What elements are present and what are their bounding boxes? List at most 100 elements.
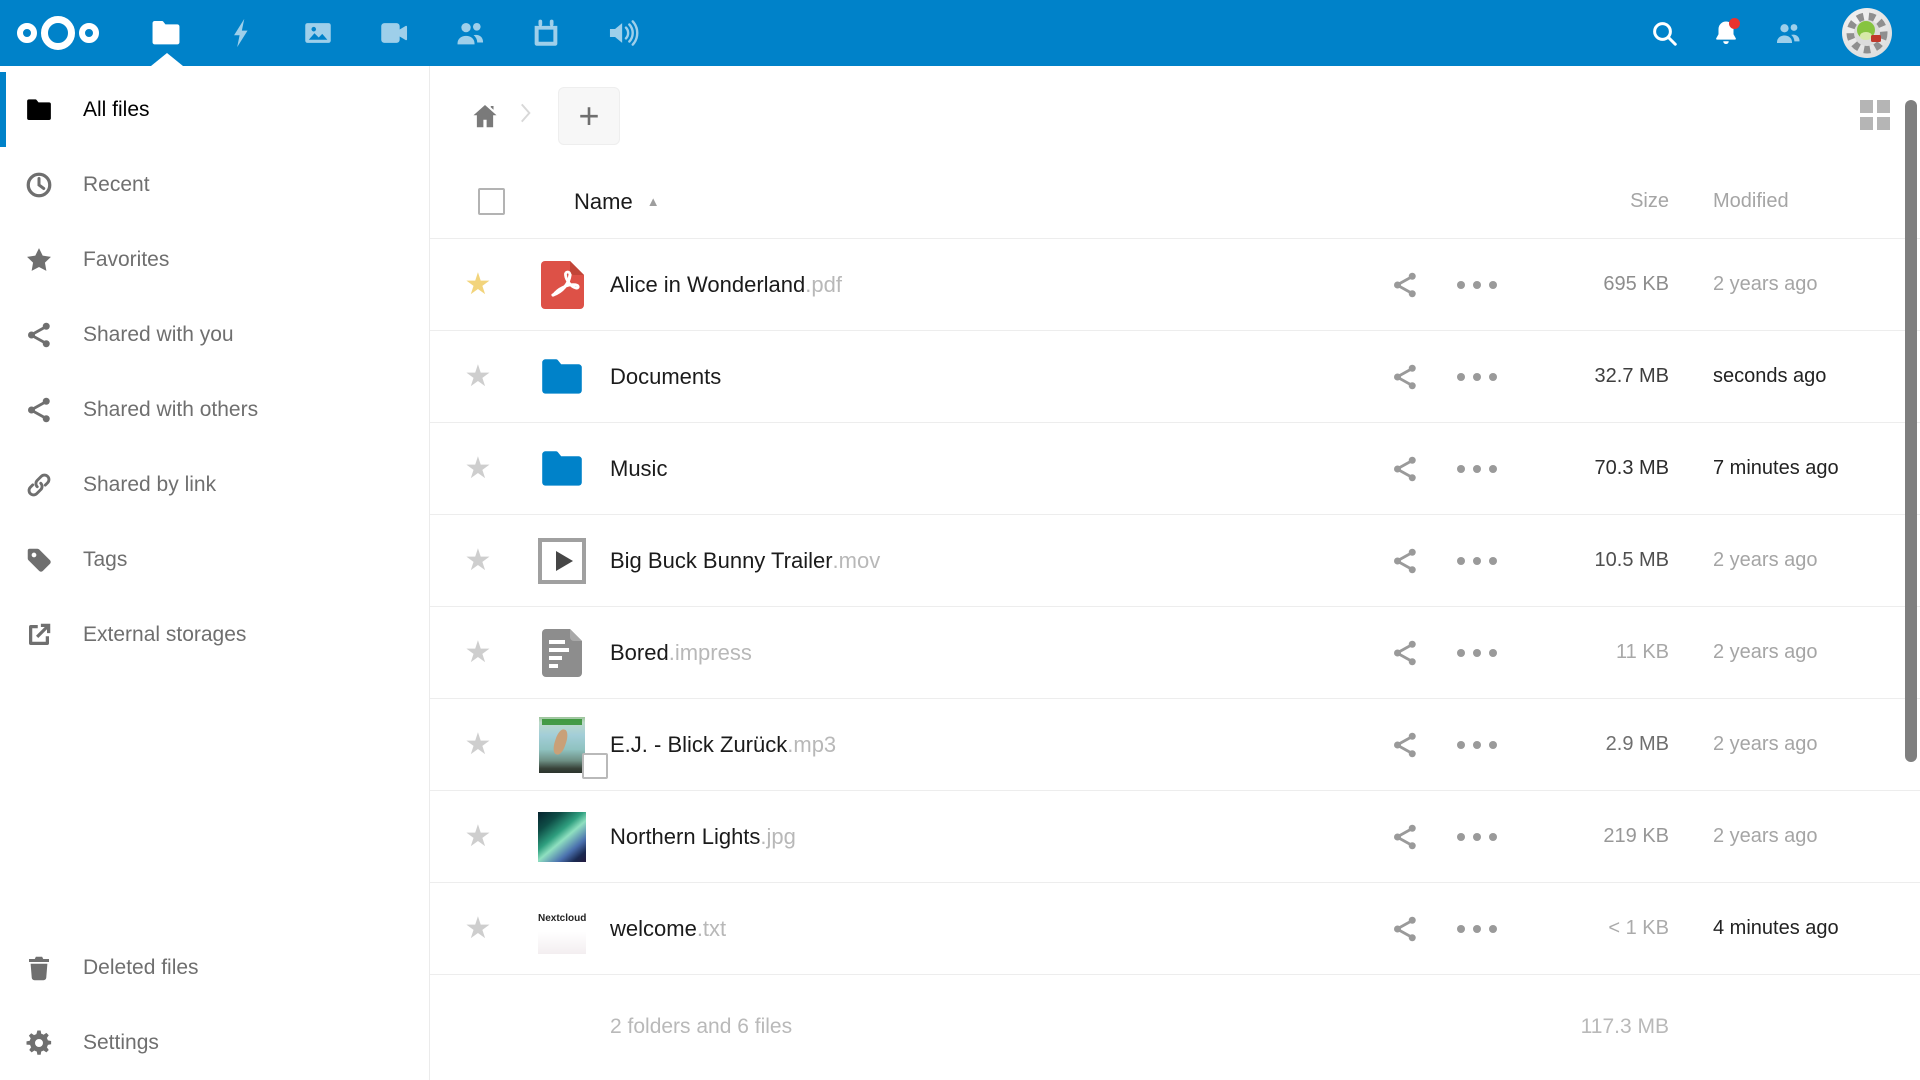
file-modified: 2 years ago (1669, 273, 1920, 296)
files-sidebar: All filesRecentFavoritesShared with youS… (0, 66, 430, 1080)
file-name[interactable]: Alice in Wonderland.pdf (610, 272, 1375, 298)
user-avatar[interactable] (1842, 8, 1892, 58)
share-icon[interactable] (1375, 730, 1435, 760)
share-icon (22, 318, 56, 352)
contacts-menu-icon[interactable] (1772, 17, 1804, 49)
favorite-star-icon[interactable]: ★ (465, 454, 492, 484)
image-thumbnail[interactable] (538, 812, 586, 862)
file-name[interactable]: Bored.impress (610, 640, 1375, 666)
file-row[interactable]: ★ Nextcloud welcome.txt < 1 KB 4 minutes… (430, 883, 1920, 975)
favorite-star-icon[interactable]: ★ (465, 362, 492, 392)
more-actions-icon[interactable] (1435, 741, 1519, 749)
app-talk-icon[interactable] (356, 0, 432, 66)
more-actions-icon[interactable] (1435, 649, 1519, 657)
more-actions-icon[interactable] (1435, 465, 1519, 473)
app-photos-icon[interactable] (280, 0, 356, 66)
file-size: 2.9 MB (1519, 733, 1669, 756)
column-header-name[interactable]: Name ▲ (574, 189, 1375, 215)
app-contacts-icon[interactable] (432, 0, 508, 66)
top-header (0, 0, 1920, 66)
video-file-icon[interactable] (538, 538, 586, 584)
file-modified: seconds ago (1669, 365, 1920, 388)
select-all-checkbox[interactable] (478, 188, 505, 215)
favorite-star-icon[interactable]: ★ (465, 730, 492, 760)
folder-icon[interactable] (537, 444, 587, 494)
more-actions-icon[interactable] (1435, 373, 1519, 381)
header-right (1648, 0, 1892, 66)
sidebar-item-shared-with-you[interactable]: Shared with you (0, 297, 429, 372)
text-file-thumbnail[interactable]: Nextcloud (538, 904, 586, 954)
breadcrumb-chevron-icon (512, 100, 538, 131)
file-select-checkbox[interactable] (582, 753, 608, 779)
tag-icon (22, 543, 56, 577)
sidebar-item-recent[interactable]: Recent (0, 147, 429, 222)
sidebar-item-deleted-files[interactable]: Deleted files (0, 930, 429, 1005)
sidebar-item-shared-with-others[interactable]: Shared with others (0, 372, 429, 447)
favorite-star-icon[interactable]: ★ (465, 914, 492, 944)
file-row[interactable]: ★ Big Buck Bunny Trailer.mov 10.5 MB 2 y… (430, 515, 1920, 607)
external-icon (22, 618, 56, 652)
file-name[interactable]: Northern Lights.jpg (610, 824, 1375, 850)
file-name[interactable]: Music (610, 456, 1375, 482)
active-app-pointer (151, 53, 183, 66)
share-icon[interactable] (1375, 546, 1435, 576)
presentation-file-icon[interactable] (542, 629, 582, 677)
share-icon[interactable] (1375, 914, 1435, 944)
nextcloud-logo[interactable] (14, 9, 102, 57)
star-icon (22, 243, 56, 277)
file-name[interactable]: Documents (610, 364, 1375, 390)
app-activity-icon[interactable] (204, 0, 280, 66)
file-modified: 2 years ago (1669, 733, 1920, 756)
album-art-thumbnail[interactable] (539, 717, 585, 773)
share-icon[interactable] (1375, 638, 1435, 668)
file-row[interactable]: ★ E.J. - Blick Zurück.mp3 2.9 MB 2 years… (430, 699, 1920, 791)
new-button[interactable]: + (558, 87, 620, 145)
file-name[interactable]: E.J. - Blick Zurück.mp3 (610, 732, 1375, 758)
file-name[interactable]: Big Buck Bunny Trailer.mov (610, 548, 1375, 574)
share-icon[interactable] (1375, 454, 1435, 484)
file-name[interactable]: welcome.txt (610, 916, 1375, 942)
sidebar-item-tags[interactable]: Tags (0, 522, 429, 597)
more-actions-icon[interactable] (1435, 557, 1519, 565)
more-actions-icon[interactable] (1435, 281, 1519, 289)
column-header-size[interactable]: Size (1519, 190, 1669, 213)
grid-view-toggle-icon[interactable] (1860, 100, 1890, 130)
pdf-file-icon[interactable] (540, 261, 584, 309)
favorite-star-icon[interactable]: ★ (465, 822, 492, 852)
sidebar-item-external-storages[interactable]: External storages (0, 597, 429, 672)
sidebar-item-favorites[interactable]: Favorites (0, 222, 429, 297)
notifications-bell-icon[interactable] (1710, 17, 1742, 49)
file-size: < 1 KB (1519, 917, 1669, 940)
file-row[interactable]: ★ Alice in Wonderland.pdf 695 KB 2 years… (430, 239, 1920, 331)
more-actions-icon[interactable] (1435, 833, 1519, 841)
share-icon[interactable] (1375, 270, 1435, 300)
share-icon[interactable] (1375, 362, 1435, 392)
file-row[interactable]: ★ Documents 32.7 MB seconds ago (430, 331, 1920, 423)
share-icon[interactable] (1375, 822, 1435, 852)
favorite-star-icon[interactable]: ★ (465, 270, 492, 300)
scrollbar[interactable] (1905, 100, 1917, 762)
folder-icon[interactable] (537, 352, 587, 402)
summary-text: 2 folders and 6 files (610, 1015, 1375, 1039)
table-header: Name ▲ Size Modified (430, 165, 1920, 239)
sidebar-item-settings[interactable]: Settings (0, 1005, 429, 1080)
app-music-icon[interactable] (584, 0, 660, 66)
file-row[interactable]: ★ Northern Lights.jpg 219 KB 2 years ago (430, 791, 1920, 883)
file-row[interactable]: ★ Bored.impress 11 KB 2 years ago (430, 607, 1920, 699)
sidebar-item-shared-by-link[interactable]: Shared by link (0, 447, 429, 522)
sidebar-item-all-files[interactable]: All files (0, 72, 429, 147)
column-header-modified[interactable]: Modified (1669, 190, 1920, 213)
favorite-star-icon[interactable]: ★ (465, 546, 492, 576)
app-calendar-icon[interactable] (508, 0, 584, 66)
search-icon[interactable] (1648, 17, 1680, 49)
file-modified: 7 minutes ago (1669, 457, 1920, 480)
controls-bar: + (430, 66, 1920, 165)
file-row[interactable]: ★ Music 70.3 MB 7 minutes ago (430, 423, 1920, 515)
gear-icon (22, 1026, 56, 1060)
more-actions-icon[interactable] (1435, 925, 1519, 933)
file-modified: 2 years ago (1669, 549, 1920, 572)
link-icon (22, 468, 56, 502)
breadcrumb-home-icon[interactable] (470, 101, 500, 131)
folder-icon (22, 93, 56, 127)
favorite-star-icon[interactable]: ★ (465, 638, 492, 668)
